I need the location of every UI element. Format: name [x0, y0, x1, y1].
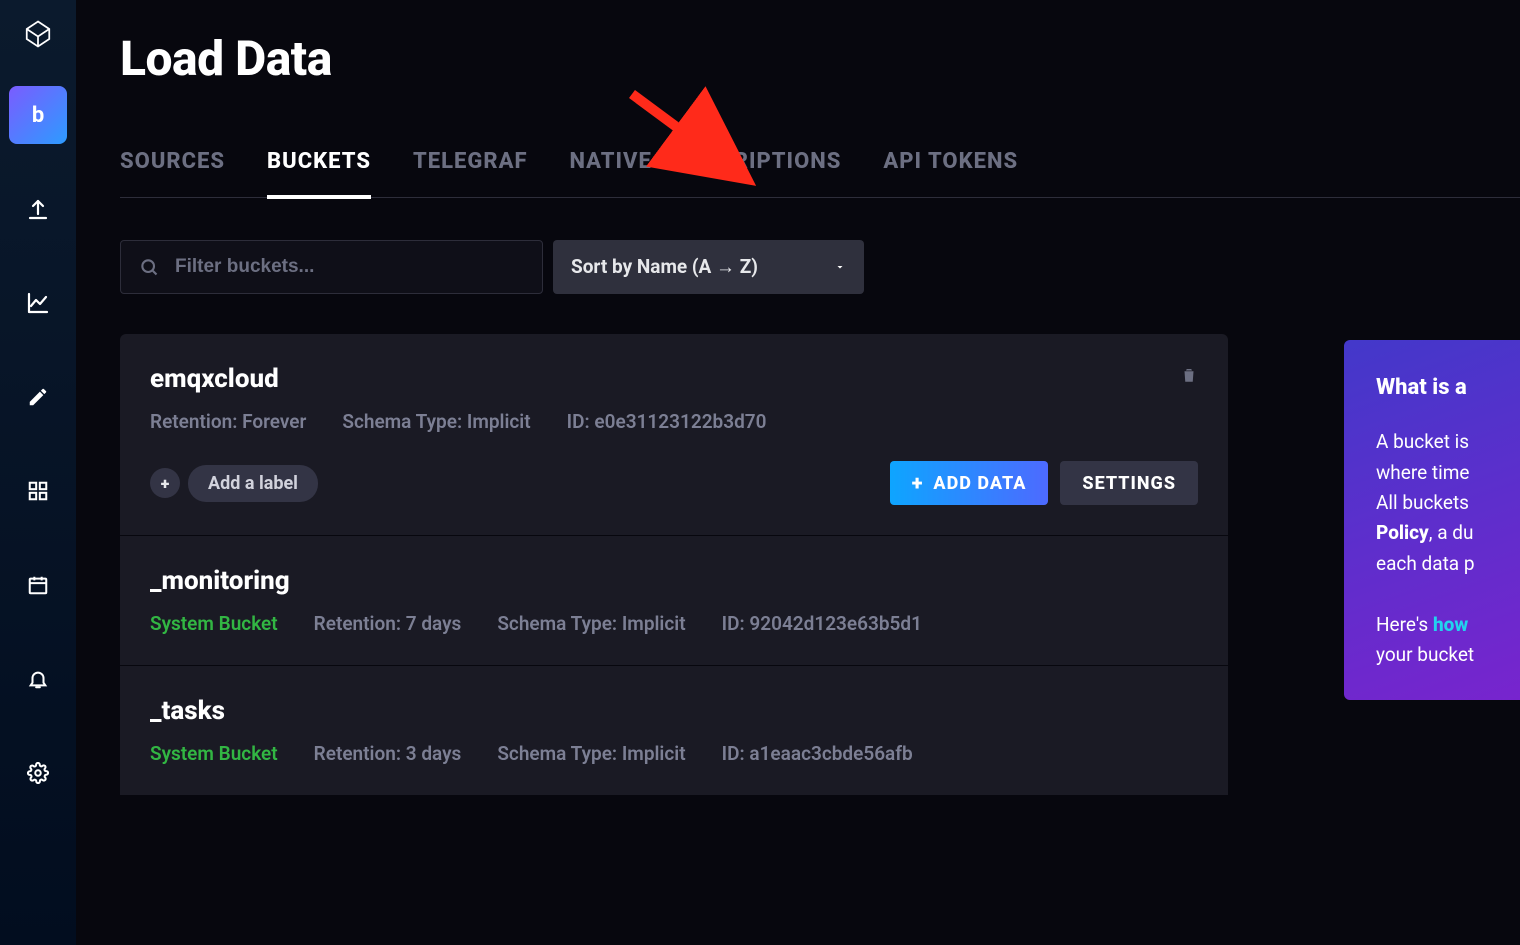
tabs: SOURCES BUCKETS TELEGRAF NATIVE SUBSCRIP… [120, 149, 1520, 198]
bucket-name[interactable]: _monitoring [150, 566, 1198, 596]
sidebar: b [0, 0, 76, 945]
bucket-name[interactable]: emqxcloud [150, 364, 1198, 394]
schema: Schema Type: Implicit [497, 612, 685, 635]
sort-label: Sort by Name (A → Z) [571, 255, 758, 279]
nav-chart-icon[interactable] [9, 274, 67, 332]
retention: Retention: 7 days [314, 612, 462, 635]
nav-load-data-label: b [32, 103, 44, 128]
retention: Retention: Forever [150, 410, 306, 433]
bucket-meta: System Bucket Retention: 3 days Schema T… [150, 742, 1198, 765]
logo-icon [22, 18, 54, 50]
tab-sources[interactable]: SOURCES [120, 149, 225, 199]
nav-edit-icon[interactable] [9, 368, 67, 426]
tab-api-tokens[interactable]: API TOKENS [883, 149, 1018, 199]
bucket-meta: Retention: Forever Schema Type: Implicit… [150, 410, 1198, 433]
schema: Schema Type: Implicit [342, 410, 530, 433]
tab-telegraf[interactable]: TELEGRAF [413, 149, 528, 199]
settings-button[interactable]: SETTINGS [1060, 461, 1198, 505]
nav-calendar-icon[interactable] [9, 556, 67, 614]
panel-title: What is a [1376, 370, 1520, 405]
bucket-card: _monitoring System Bucket Retention: 7 d… [120, 536, 1228, 666]
search-icon [139, 257, 159, 277]
add-label-plus-icon[interactable]: + [150, 468, 180, 498]
page-title: Load Data [120, 30, 1520, 87]
add-label-button[interactable]: Add a label [188, 465, 318, 502]
bucket-meta: System Bucket Retention: 7 days Schema T… [150, 612, 1198, 635]
bucket-name[interactable]: _tasks [150, 696, 1198, 726]
retention: Retention: 3 days [314, 742, 462, 765]
add-data-label: ADD DATA [933, 473, 1026, 494]
trash-icon[interactable] [1180, 366, 1198, 388]
tab-native-subscriptions[interactable]: NATIVE SUBSCRIPTIONS [570, 149, 842, 199]
system-badge: System Bucket [150, 742, 278, 765]
system-badge: System Bucket [150, 612, 278, 635]
filter-buckets-input[interactable] [175, 256, 524, 278]
nav-upload-icon[interactable] [9, 180, 67, 238]
controls: Sort by Name (A → Z) [120, 240, 1520, 294]
bucket-id: ID: a1eaac3cbde56afb [722, 742, 913, 765]
nav-gear-icon[interactable] [9, 744, 67, 802]
tab-buckets[interactable]: BUCKETS [267, 149, 371, 199]
how-link[interactable]: how [1433, 613, 1468, 636]
bucket-id: ID: e0e31123122b3d70 [567, 410, 767, 433]
search-input-wrap[interactable] [120, 240, 543, 294]
plus-icon: + [912, 471, 924, 495]
nav-bell-icon[interactable] [9, 650, 67, 708]
sort-dropdown[interactable]: Sort by Name (A → Z) [553, 240, 864, 294]
add-data-button[interactable]: + ADD DATA [890, 461, 1049, 505]
bucket-id: ID: 92042d123e63b5d1 [722, 612, 922, 635]
bucket-card: emqxcloud Retention: Forever Schema Type… [120, 334, 1228, 536]
bucket-list: emqxcloud Retention: Forever Schema Type… [120, 334, 1228, 796]
bucket-card: _tasks System Bucket Retention: 3 days S… [120, 666, 1228, 796]
nav-load-data[interactable]: b [9, 86, 67, 144]
schema: Schema Type: Implicit [497, 742, 685, 765]
panel-link: Here's how your bucket [1376, 610, 1520, 671]
panel-body: A bucket is where time All buckets Polic… [1376, 427, 1520, 579]
info-panel: What is a A bucket is where time All buc… [1344, 340, 1520, 700]
nav-dashboard-icon[interactable] [9, 462, 67, 520]
main: Load Data SOURCES BUCKETS TELEGRAF NATIV… [76, 0, 1520, 945]
chevron-down-icon [834, 261, 846, 273]
